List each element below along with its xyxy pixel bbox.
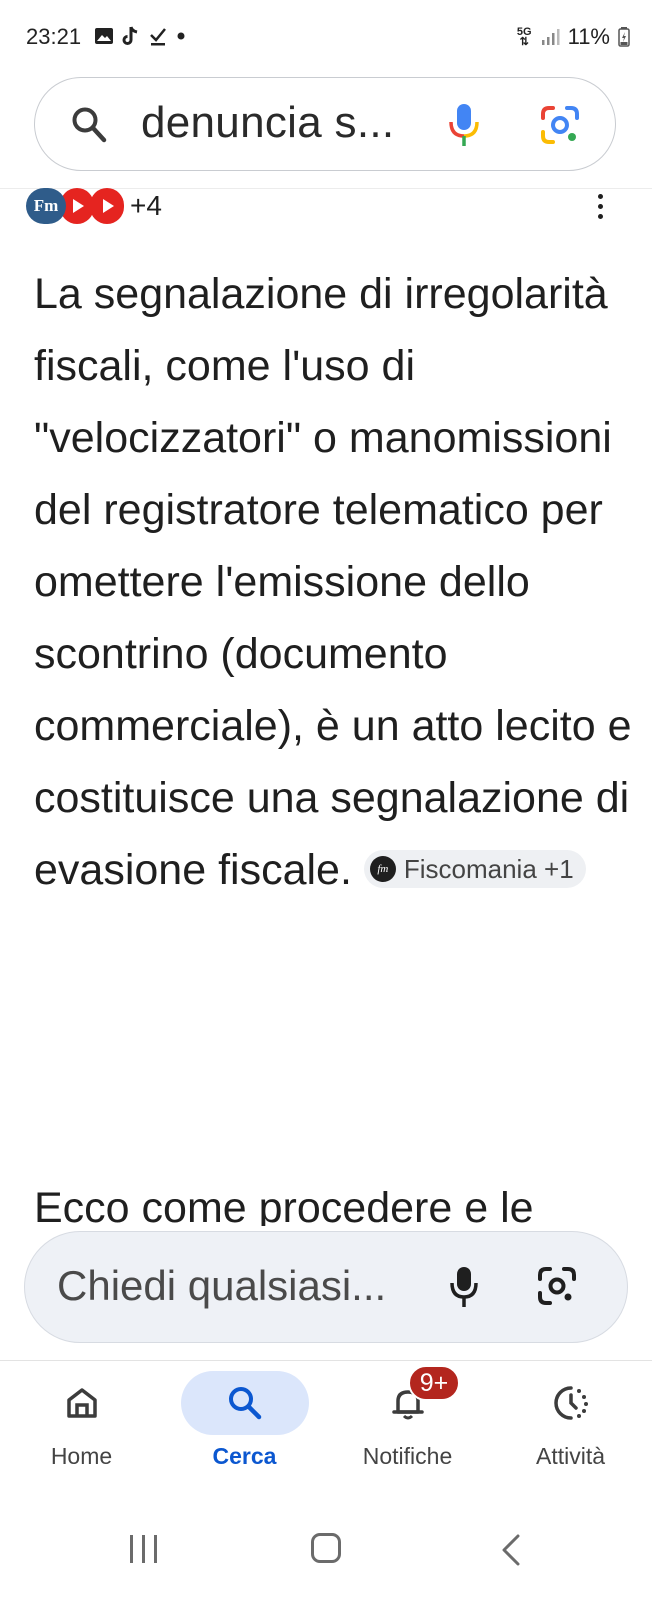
ask-placeholder[interactable]: Chiedi qualsiasi... bbox=[57, 1262, 386, 1310]
answer-text: La segnalazione di irregolarità fiscali,… bbox=[34, 270, 632, 894]
bottom-nav: Home Cerca 9+ Notifiche Attività bbox=[0, 1361, 652, 1491]
home-icon bbox=[66, 1388, 97, 1418]
recents-button[interactable] bbox=[130, 1535, 157, 1563]
camera-search-icon[interactable] bbox=[537, 1266, 577, 1306]
nav-home[interactable]: Home bbox=[0, 1361, 163, 1491]
answer-text-2: Ecco come procedere e le bbox=[34, 1184, 534, 1226]
answer-paragraph: La segnalazione di irregolarità fiscali,… bbox=[34, 258, 634, 906]
status-time: 23:21 bbox=[26, 24, 82, 49]
nav-notifications[interactable]: 9+ Notifiche bbox=[326, 1361, 489, 1491]
search-icon bbox=[228, 1387, 261, 1420]
network-5g-icon: 5G ⇅ bbox=[516, 26, 532, 48]
ai-answer: La segnalazione di irregolarità fiscali,… bbox=[34, 258, 634, 906]
search-bar[interactable]: denuncia s... bbox=[34, 77, 616, 171]
notification-icons bbox=[94, 26, 186, 46]
status-right: 5G ⇅ 11% bbox=[517, 24, 630, 50]
battery-percent: 11% bbox=[567, 24, 610, 49]
google-lens-icon[interactable] bbox=[539, 104, 581, 146]
answer-paragraph-2: Ecco come procedere e le bbox=[34, 1172, 634, 1226]
nav-activity-label: Attività bbox=[535, 1443, 606, 1469]
sources-more-count[interactable]: +4 bbox=[130, 190, 162, 222]
nav-activity[interactable]: Attività bbox=[489, 1361, 652, 1491]
search-icon bbox=[72, 107, 107, 143]
activity-icon bbox=[553, 1386, 588, 1420]
more-options-icon[interactable] bbox=[594, 194, 606, 222]
search-query[interactable]: denuncia s... bbox=[141, 98, 394, 148]
nav-home-label: Home bbox=[50, 1443, 113, 1469]
ask-input[interactable]: Chiedi qualsiasi... bbox=[24, 1231, 628, 1343]
home-button[interactable] bbox=[311, 1533, 341, 1563]
source-chip-label: Fiscomania +1 bbox=[403, 853, 574, 884]
status-bar: 23:21 5G ⇅ 11% bbox=[0, 0, 652, 76]
tiktok-icon bbox=[122, 26, 138, 45]
nav-notifications-label: Notifiche bbox=[362, 1443, 453, 1469]
notification-badge: 9+ bbox=[408, 1365, 460, 1401]
mic-icon[interactable] bbox=[449, 1265, 479, 1309]
battery-icon bbox=[618, 27, 630, 47]
source-youtube-icon[interactable] bbox=[90, 188, 124, 224]
dot-icon bbox=[177, 32, 185, 40]
nav-search-label: Cerca bbox=[212, 1443, 277, 1469]
ask-bar-container: Chiedi qualsiasi... bbox=[0, 1226, 652, 1360]
nav-search[interactable]: Cerca bbox=[163, 1361, 326, 1491]
signal-icon bbox=[541, 29, 560, 45]
fiscomania-logo: fm bbox=[369, 855, 396, 882]
voice-search-icon[interactable] bbox=[447, 102, 481, 148]
source-chip[interactable]: fm Fiscomania +1 bbox=[363, 849, 586, 888]
header-divider bbox=[0, 188, 652, 189]
back-icon[interactable] bbox=[500, 1533, 522, 1567]
gallery-icon bbox=[95, 28, 113, 44]
source-fiscomania-logo[interactable]: Fm bbox=[26, 188, 66, 224]
download-done-icon bbox=[150, 28, 166, 46]
system-nav-bar bbox=[0, 1491, 652, 1600]
